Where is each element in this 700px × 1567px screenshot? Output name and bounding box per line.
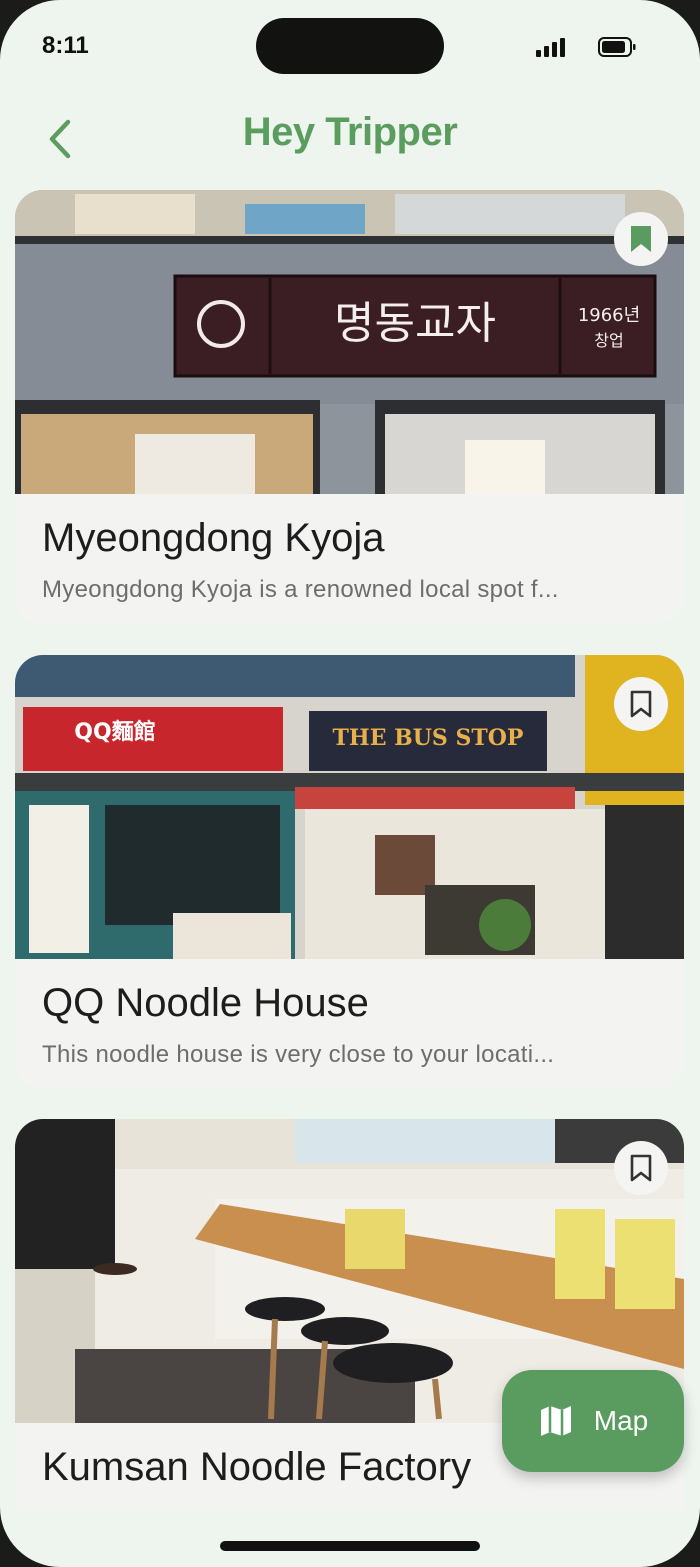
map-button-label: Map [593,1405,649,1436]
cellular-signal-icon [536,38,565,57]
place-card[interactable]: QQ麵館 THE BUS STOP QQ Noodle House This n… [15,655,684,1089]
map-button[interactable]: Map [502,1370,684,1472]
place-name: Myeongdong Kyoja [42,516,385,560]
home-indicator[interactable] [220,1541,480,1551]
bookmark-outline-icon [630,1154,652,1182]
bookmark-outline-icon [630,690,652,718]
bookmark-button[interactable] [614,1141,668,1195]
sign-sub: 창업 [594,331,623,350]
place-name: QQ Noodle House [42,981,369,1025]
bookmark-button[interactable] [614,212,668,266]
app-logo-title: Hey Tripper [242,110,458,154]
status-bar: 8:11 [0,0,700,95]
sign-year: 1966년 [578,305,640,326]
place-name: Kumsan Noodle Factory [42,1445,472,1489]
place-description: This noodle house is very close to your … [42,1041,555,1068]
app-header: Hey Tripper [0,100,700,180]
bookmark-button[interactable] [614,677,668,731]
status-time: 8:11 [42,32,89,59]
sign-text-qq: QQ麵館 [74,719,155,745]
dynamic-island [256,18,444,74]
place-list[interactable]: 명동교자 1966년 창업 Myeongdong Kyoja Myeongdon… [0,190,700,1510]
place-photo: 명동교자 1966년 창업 [15,190,684,494]
place-description: Myeongdong Kyoja is a renowned local spo… [42,576,559,603]
sign-text: 명동교자 [334,298,496,349]
map-icon [540,1406,571,1436]
place-photo: QQ麵館 THE BUS STOP [15,655,684,959]
sign-text-bus-stop: THE BUS STOP [333,725,524,751]
battery-icon [598,37,636,57]
place-card[interactable]: 명동교자 1966년 창업 Myeongdong Kyoja Myeongdon… [15,190,684,624]
bookmark-filled-icon [631,226,651,252]
app-screen: 8:11 Hey Tripper 명동교자 1966년 창업 Myeongdon… [0,0,700,1567]
